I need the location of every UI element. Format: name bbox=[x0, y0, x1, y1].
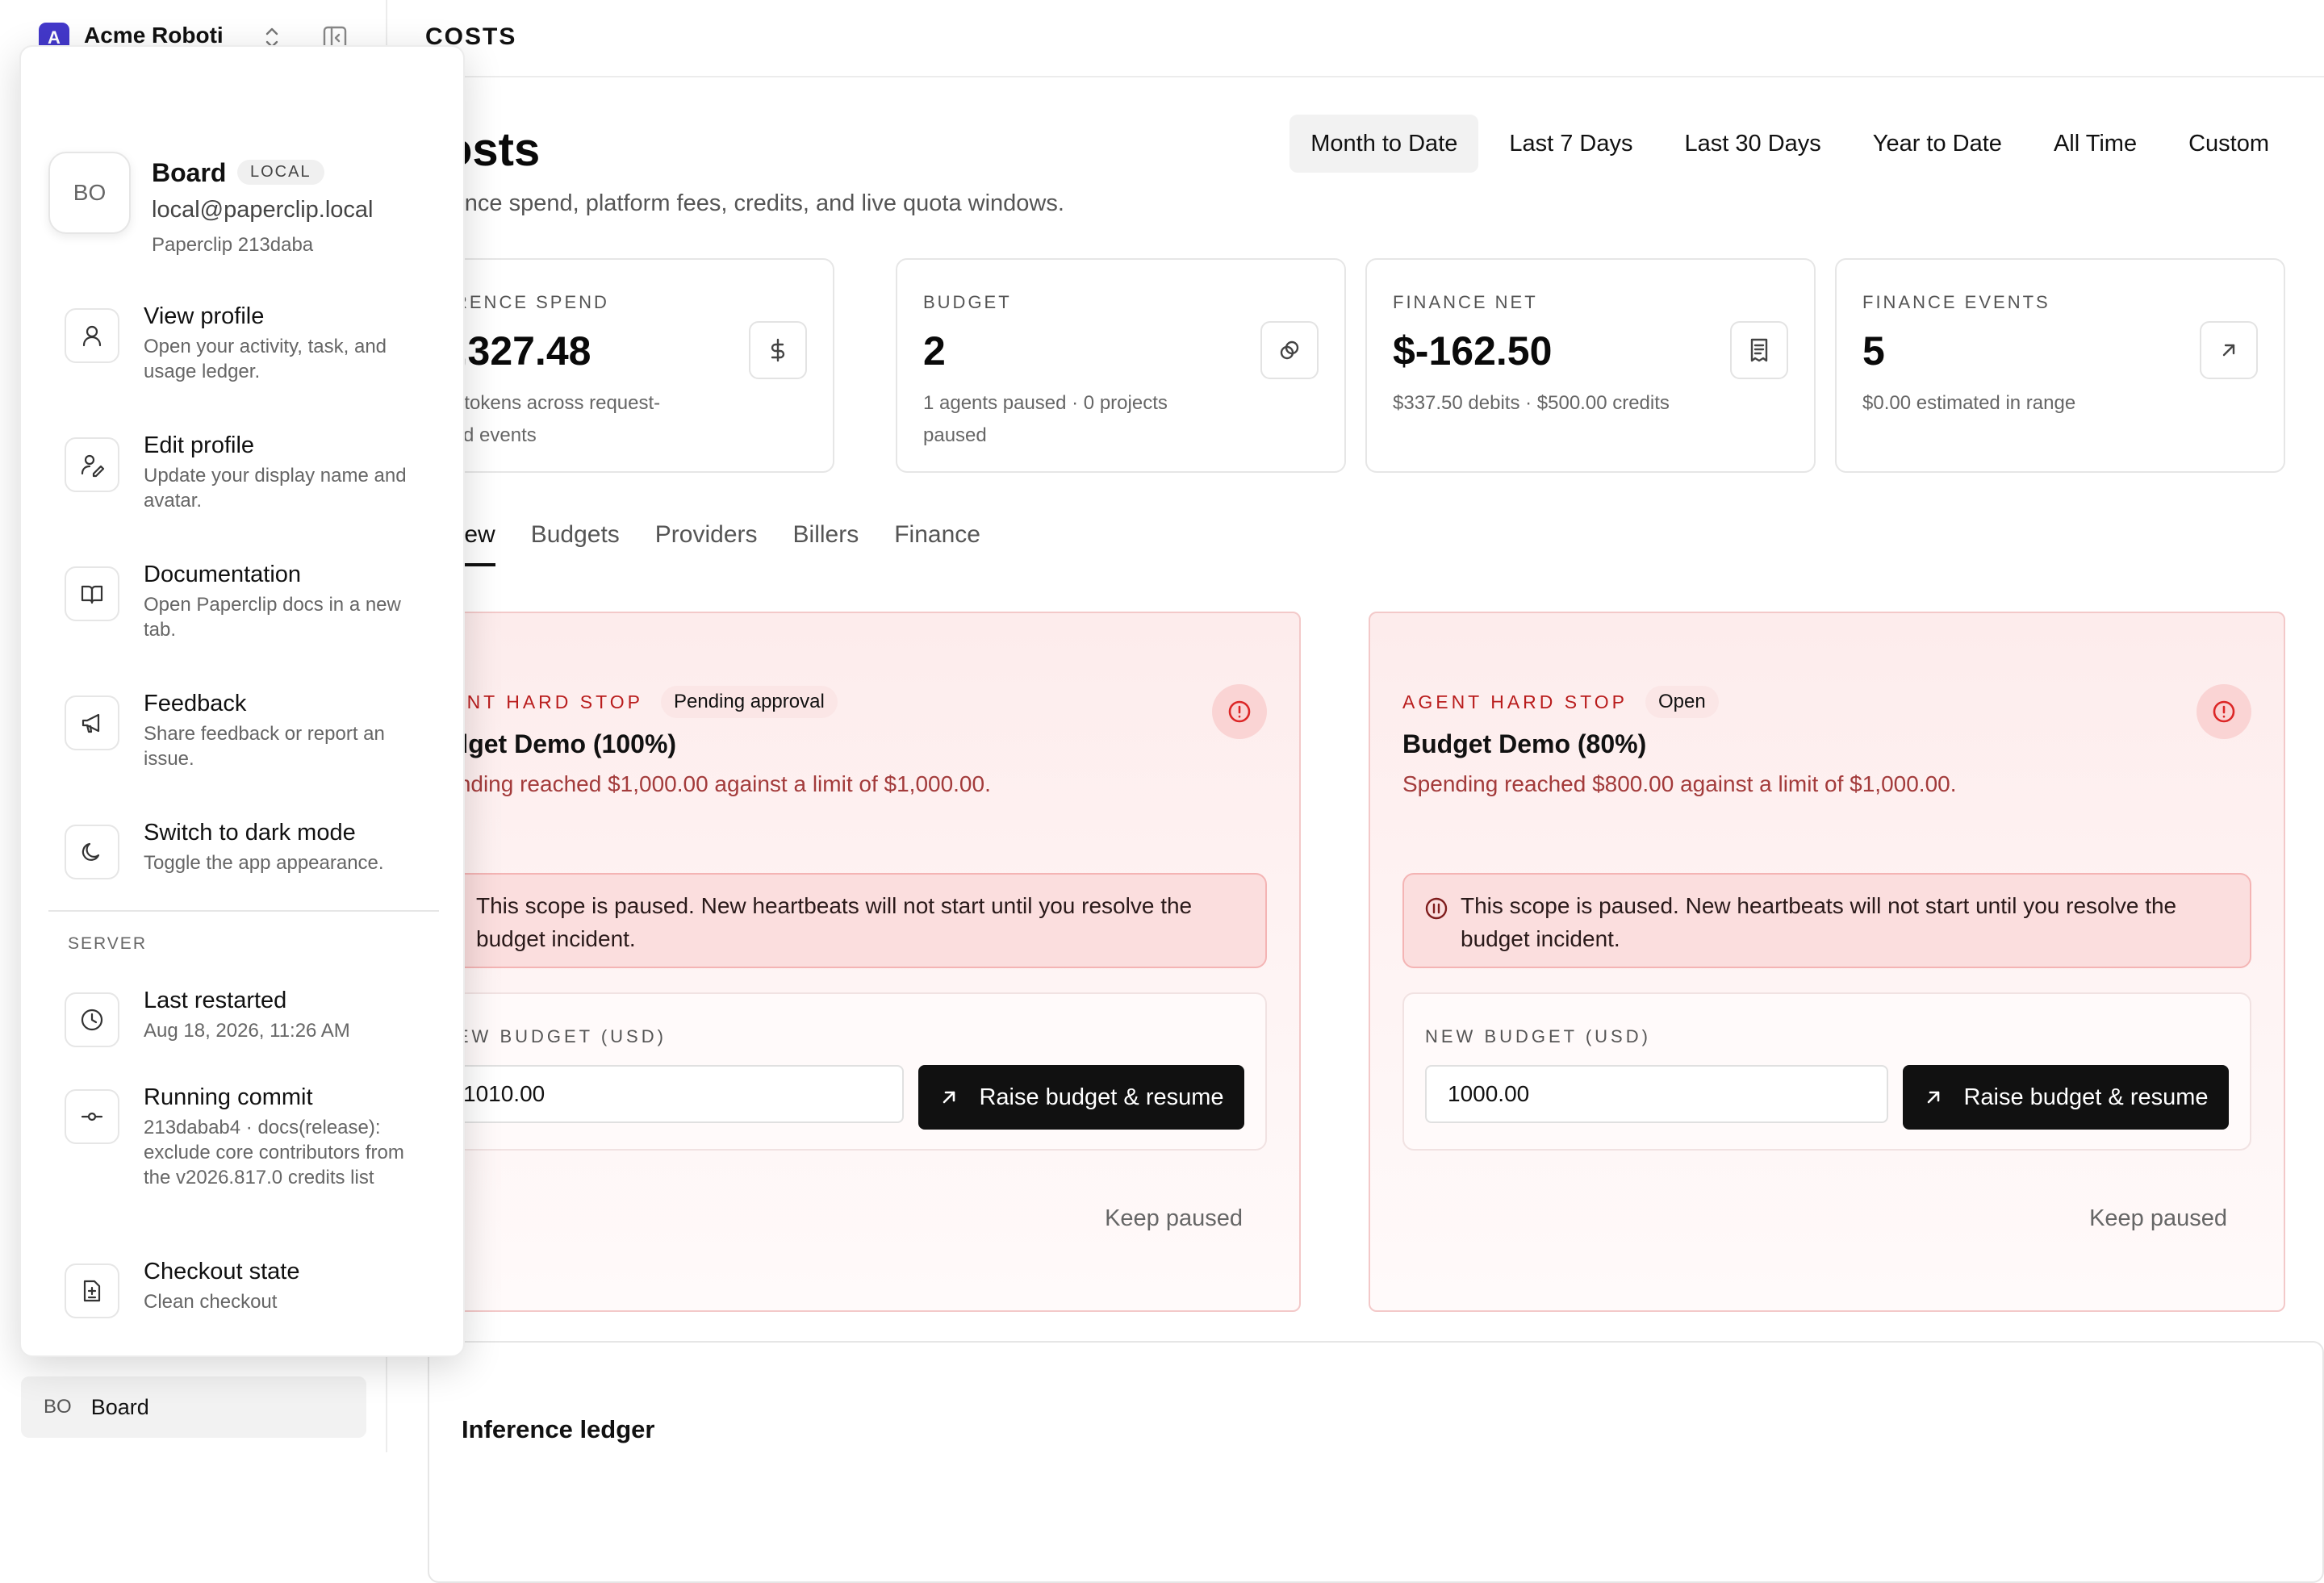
budget-incident-card: AGENT HARD STOP Pending approval Budget … bbox=[384, 612, 1301, 1312]
server-item-title: Last restarted bbox=[144, 988, 287, 1013]
menu-divider bbox=[48, 910, 439, 912]
avatar: BO bbox=[48, 152, 131, 234]
pause-circle-icon bbox=[1423, 896, 1449, 921]
link-icon bbox=[1260, 321, 1319, 379]
stat-subtext: $0.00 estimated in range bbox=[1862, 392, 2076, 414]
new-budget-input[interactable] bbox=[1425, 1065, 1888, 1123]
paused-message: This scope is paused. New heartbeats wil… bbox=[476, 893, 1193, 951]
account-email: local@paperclip.local bbox=[152, 197, 374, 223]
dollar-icon bbox=[749, 321, 807, 379]
server-section-label: SERVER bbox=[68, 934, 147, 953]
menu-item-title: Feedback bbox=[144, 691, 247, 716]
keep-paused-button[interactable]: Keep paused bbox=[2089, 1205, 2227, 1232]
keep-paused-button[interactable]: Keep paused bbox=[1105, 1205, 1243, 1232]
main-content: osts rence spend, platform fees, credits… bbox=[384, 77, 2324, 1583]
raise-budget-button[interactable]: Raise budget & resume bbox=[1903, 1065, 2229, 1130]
range-month-to-date[interactable]: Month to Date bbox=[1289, 115, 1479, 173]
menu-item-description: Update your display name and avatar. bbox=[144, 465, 407, 512]
stat-label: BUDGET bbox=[923, 292, 1012, 312]
menu-item-title: View profile bbox=[144, 303, 265, 329]
inference-ledger-card: Inference ledger bbox=[428, 1341, 2324, 1583]
stat-label: FINANCE EVENTS bbox=[1862, 292, 2050, 312]
new-budget-input[interactable] bbox=[441, 1065, 904, 1123]
arrow-up-right-icon bbox=[1928, 1091, 1940, 1104]
page-description: rence spend, platform fees, credits, and… bbox=[444, 190, 1064, 216]
incident-title: Budget Demo (80%) bbox=[1402, 729, 1647, 758]
user-initials: BO bbox=[44, 1396, 72, 1418]
megaphone-icon bbox=[65, 695, 119, 750]
top-bar: COSTS bbox=[389, 0, 2324, 77]
budget-label: NEW BUDGET (USD) bbox=[441, 1026, 667, 1046]
user-icon bbox=[65, 308, 119, 363]
paused-notice: This scope is paused. New heartbeats wil… bbox=[1402, 873, 2251, 968]
menu-item-description: Share feedback or report an issue. bbox=[144, 723, 385, 770]
tab-budgets[interactable]: Budgets bbox=[531, 521, 620, 566]
range-last-7-days[interactable]: Last 7 Days bbox=[1488, 115, 1653, 173]
alert-circle-icon bbox=[1212, 684, 1267, 739]
stat-subtext: 1 agents paused · 0 projects paused bbox=[923, 392, 1168, 446]
incident-description: Spending reached $800.00 against a limit… bbox=[1402, 771, 1957, 796]
paused-message: This scope is paused. New heartbeats wil… bbox=[1461, 893, 2177, 951]
tab-finance[interactable]: Finance bbox=[894, 521, 980, 566]
range-all-time[interactable]: All Time bbox=[2033, 115, 2158, 173]
sidebar-user-button[interactable]: BO Board bbox=[21, 1376, 366, 1438]
stat-value: $-162.50 bbox=[1393, 328, 1553, 374]
menu-item-description: Open your activity, task, and usage ledg… bbox=[144, 336, 387, 382]
receipt-icon bbox=[1730, 321, 1788, 379]
tab-providers[interactable]: Providers bbox=[655, 521, 758, 566]
alert-circle-icon bbox=[2197, 684, 2251, 739]
incident-kicker: AGENT HARD STOP Pending approval bbox=[418, 686, 838, 718]
cost-tabs: verview Budgets Providers Billers Financ… bbox=[413, 521, 1016, 566]
clock-icon bbox=[65, 992, 119, 1047]
stat-card-finance-events: FINANCE EVENTS 5 $0.00 estimated in rang… bbox=[1835, 258, 2285, 473]
commit-icon bbox=[65, 1089, 119, 1144]
incident-kicker: AGENT HARD STOP Open bbox=[1402, 686, 1719, 718]
server-item-value: Clean checkout bbox=[144, 1291, 278, 1313]
menu-item-description: Toggle the app appearance. bbox=[144, 852, 384, 874]
incident-type: AGENT HARD STOP bbox=[1402, 691, 1628, 712]
server-item-value: 213dabab4 · docs(release): exclude core … bbox=[144, 1117, 404, 1188]
user-edit-icon bbox=[65, 437, 119, 492]
status-badge: Pending approval bbox=[660, 686, 838, 718]
date-range-selector: Month to Date Last 7 Days Last 30 Days Y… bbox=[1280, 115, 2290, 173]
arrow-up-right-icon bbox=[2200, 321, 2258, 379]
stat-card-budget: BUDGET 2 1 agents paused · 0 projects pa… bbox=[896, 258, 1346, 473]
menu-item-title: Documentation bbox=[144, 562, 302, 587]
stat-value: 2 bbox=[923, 328, 946, 374]
file-diff-icon bbox=[65, 1263, 119, 1318]
raise-budget-label: Raise budget & resume bbox=[979, 1084, 1224, 1110]
local-badge: LOCAL bbox=[237, 160, 324, 185]
budget-incident-card: AGENT HARD STOP Open Budget Demo (80%) S… bbox=[1369, 612, 2285, 1312]
moon-icon bbox=[65, 825, 119, 879]
raise-budget-button[interactable]: Raise budget & resume bbox=[918, 1065, 1244, 1130]
stat-value: 5 bbox=[1862, 328, 1885, 374]
range-custom[interactable]: Custom bbox=[2167, 115, 2290, 173]
server-item-title: Running commit bbox=[144, 1084, 313, 1110]
raise-budget-label: Raise budget & resume bbox=[1963, 1084, 2209, 1110]
stat-card-finance-net: FINANCE NET $-162.50 $337.50 debits · $5… bbox=[1365, 258, 1816, 473]
stat-subtext: $337.50 debits · $500.00 credits bbox=[1393, 392, 1670, 414]
range-year-to-date[interactable]: Year to Date bbox=[1852, 115, 2023, 173]
new-budget-form: NEW BUDGET (USD) Raise budget & resume bbox=[418, 992, 1267, 1151]
paused-notice: This scope is paused. New heartbeats wil… bbox=[418, 873, 1267, 968]
book-icon bbox=[65, 566, 119, 621]
server-item-value: Aug 18, 2026, 11:26 AM bbox=[144, 1020, 350, 1042]
status-badge: Open bbox=[1645, 686, 1719, 718]
range-last-30-days[interactable]: Last 30 Days bbox=[1664, 115, 1842, 173]
ledger-title: Inference ledger bbox=[462, 1415, 655, 1443]
arrow-up-right-icon bbox=[943, 1091, 955, 1104]
new-budget-form: NEW BUDGET (USD) Raise budget & resume bbox=[1402, 992, 2251, 1151]
instance-version: Paperclip 213daba bbox=[152, 234, 314, 256]
tab-billers[interactable]: Billers bbox=[793, 521, 859, 566]
menu-item-title: Switch to dark mode bbox=[144, 820, 356, 846]
user-name: Board bbox=[90, 1394, 149, 1419]
account-menu-popover: BO Board LOCAL local@paperclip.local Pap… bbox=[19, 45, 465, 1357]
menu-item-title: Edit profile bbox=[144, 432, 255, 458]
server-item-title: Checkout state bbox=[144, 1259, 300, 1284]
budget-label: NEW BUDGET (USD) bbox=[1425, 1026, 1651, 1046]
stat-label: FINANCE NET bbox=[1393, 292, 1538, 312]
incident-description: Spending reached $1,000.00 against a lim… bbox=[418, 771, 991, 796]
menu-item-description: Open Paperclip docs in a new tab. bbox=[144, 594, 401, 641]
account-name: Board bbox=[152, 158, 227, 187]
